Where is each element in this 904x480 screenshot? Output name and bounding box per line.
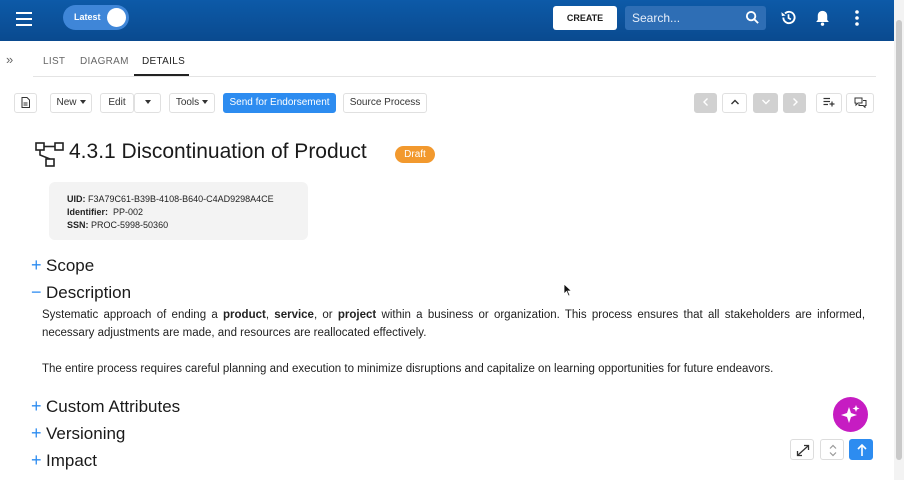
edit-button-label: Edit [108,97,126,108]
menu-icon[interactable] [16,12,32,26]
latest-toggle[interactable]: Latest [63,5,129,30]
section-versioning[interactable]: + Versioning [31,423,125,444]
expand-plus-icon[interactable]: + [31,423,46,444]
chevron-up-icon [730,99,739,105]
arrow-up-icon [857,443,867,456]
expand-collapse-all-button[interactable] [820,439,844,460]
uid-label: UID: [67,194,86,204]
fullscreen-button[interactable] [790,439,814,460]
create-button[interactable]: CREATE [553,6,617,30]
expand-arrows-icon [796,444,810,457]
tabs-divider [33,76,876,77]
section-versioning-label: Versioning [46,424,126,443]
section-scope-label: Scope [46,256,95,275]
chevron-down-icon [79,100,86,105]
source-process-button[interactable]: Source Process [343,93,427,113]
expand-plus-icon[interactable]: + [31,396,46,417]
more-vertical-icon[interactable] [853,9,861,27]
add-to-list-button[interactable] [816,93,842,113]
edit-options-dropdown[interactable] [134,93,161,113]
scroll-to-top-button[interactable] [849,439,873,460]
identifier-label: Identifier: [67,207,109,217]
chevron-left-icon [702,98,708,107]
description-paragraph-2: The entire process requires careful plan… [42,363,774,375]
metadata-card: UID: F3A79C61-B39B-4108-B640-C4AD9298A4C… [49,182,308,240]
section-description[interactable]: − Description [31,282,131,303]
expand-panel-icon[interactable]: » [6,52,13,67]
previous-button[interactable] [694,93,717,113]
chevron-right-icon [792,98,798,107]
status-badge: Draft [395,146,435,163]
expand-plus-icon[interactable]: + [31,255,46,276]
new-button-label: New [56,97,77,108]
search-icon[interactable] [745,10,760,25]
section-impact[interactable]: + Impact [31,450,97,471]
collapse-minus-icon[interactable]: − [31,282,46,303]
expand-plus-icon[interactable]: + [31,450,46,471]
playlist-add-icon [823,98,835,107]
top-navigation-bar: Latest CREATE Search... [0,0,894,41]
chevron-down-icon [202,100,209,105]
document-button[interactable] [14,93,37,113]
ai-assistant-button[interactable] [833,397,868,432]
ssn-row: SSN: PROC-5998-50360 [67,219,308,232]
move-up-button[interactable] [722,93,747,113]
tab-diagram[interactable]: DIAGRAM [80,56,129,67]
search-placeholder: Search... [632,11,681,25]
ssn-label: SSN: [67,220,89,230]
description-bold-service: service [274,309,314,321]
document-icon [21,96,30,108]
history-icon[interactable] [780,9,797,26]
scrollbar-thumb[interactable] [896,20,902,460]
tools-dropdown-button[interactable]: Tools [169,93,215,113]
uid-value: F3A79C61-B39B-4108-B640-C4AD9298A4CE [88,194,274,204]
sparkles-icon [841,405,860,423]
move-down-button[interactable] [753,93,778,113]
section-scope[interactable]: + Scope [31,255,94,276]
latest-toggle-label: Latest [74,12,101,22]
chevron-down-icon [761,99,770,105]
tools-button-label: Tools [175,97,200,108]
section-impact-label: Impact [46,451,98,470]
section-description-label: Description [46,283,132,302]
send-for-endorsement-button[interactable]: Send for Endorsement [223,93,336,113]
identifier-value: PP-002 [113,207,144,217]
description-bold-product: product [223,309,266,321]
page-title: 4.3.1 Discontinuation of Product [69,140,367,163]
identifier-row: Identifier: PP-002 [67,206,308,219]
notifications-bell-icon[interactable] [814,9,831,27]
new-dropdown-button[interactable]: New [50,93,92,113]
page-scrollbar[interactable] [894,0,904,480]
comments-icon [854,97,866,109]
ssn-value: PROC-5998-50360 [91,220,169,230]
mouse-cursor-icon [563,283,573,297]
comments-button[interactable] [846,93,874,113]
tab-list[interactable]: LIST [43,56,65,67]
toggle-knob [107,8,126,27]
search-input[interactable]: Search... [625,6,766,30]
edit-button[interactable]: Edit [100,93,134,113]
chevron-down-icon [144,100,151,105]
description-text: Systematic approach of ending a [42,309,224,321]
process-flow-icon [35,142,64,167]
description-text: , or [313,309,338,321]
description-bold-project: project [337,309,377,321]
unfold-icon [829,444,837,457]
tab-details[interactable]: DETAILS [142,56,185,67]
description-paragraph-1: Systematic approach of ending a product,… [42,306,865,342]
next-button[interactable] [783,93,806,113]
uid-row: UID: F3A79C61-B39B-4108-B640-C4AD9298A4C… [67,193,308,206]
section-custom-attributes[interactable]: + Custom Attributes [31,396,180,417]
section-custom-attributes-label: Custom Attributes [46,397,181,416]
